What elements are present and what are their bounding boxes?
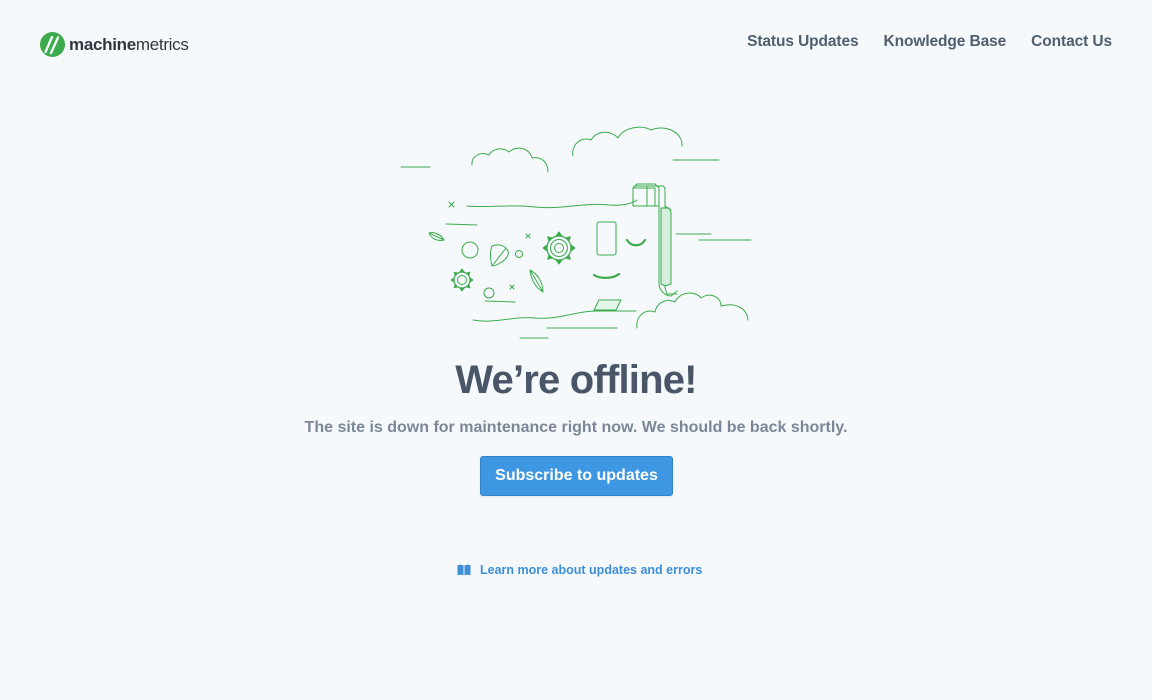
maintenance-message: The site is down for maintenance right n… (304, 419, 848, 436)
page-headline: We’re offline! (455, 358, 697, 402)
brand-name-bold: machine (69, 34, 136, 54)
nav-contact-us[interactable]: Contact Us (1031, 33, 1112, 51)
brand-wordmark: machinemetrics (69, 35, 189, 55)
book-icon (457, 564, 471, 576)
brand-name-light: metrics (135, 34, 189, 54)
learn-more-link[interactable]: Learn more about updates and errors (457, 563, 702, 577)
machinemetrics-logo-icon (40, 32, 65, 57)
maintenance-page: machinemetrics Status Updates Knowledge … (0, 0, 1152, 700)
brand-logo[interactable]: machinemetrics (40, 32, 189, 57)
learn-more-label: Learn more about updates and errors (480, 563, 703, 577)
nav-knowledge-base[interactable]: Knowledge Base (884, 33, 1007, 51)
top-nav: Status Updates Knowledge Base Contact Us (747, 33, 1112, 51)
subscribe-button[interactable]: Subscribe to updates (480, 456, 673, 496)
offline-machine-illustration (400, 126, 752, 339)
nav-status-updates[interactable]: Status Updates (747, 33, 859, 51)
